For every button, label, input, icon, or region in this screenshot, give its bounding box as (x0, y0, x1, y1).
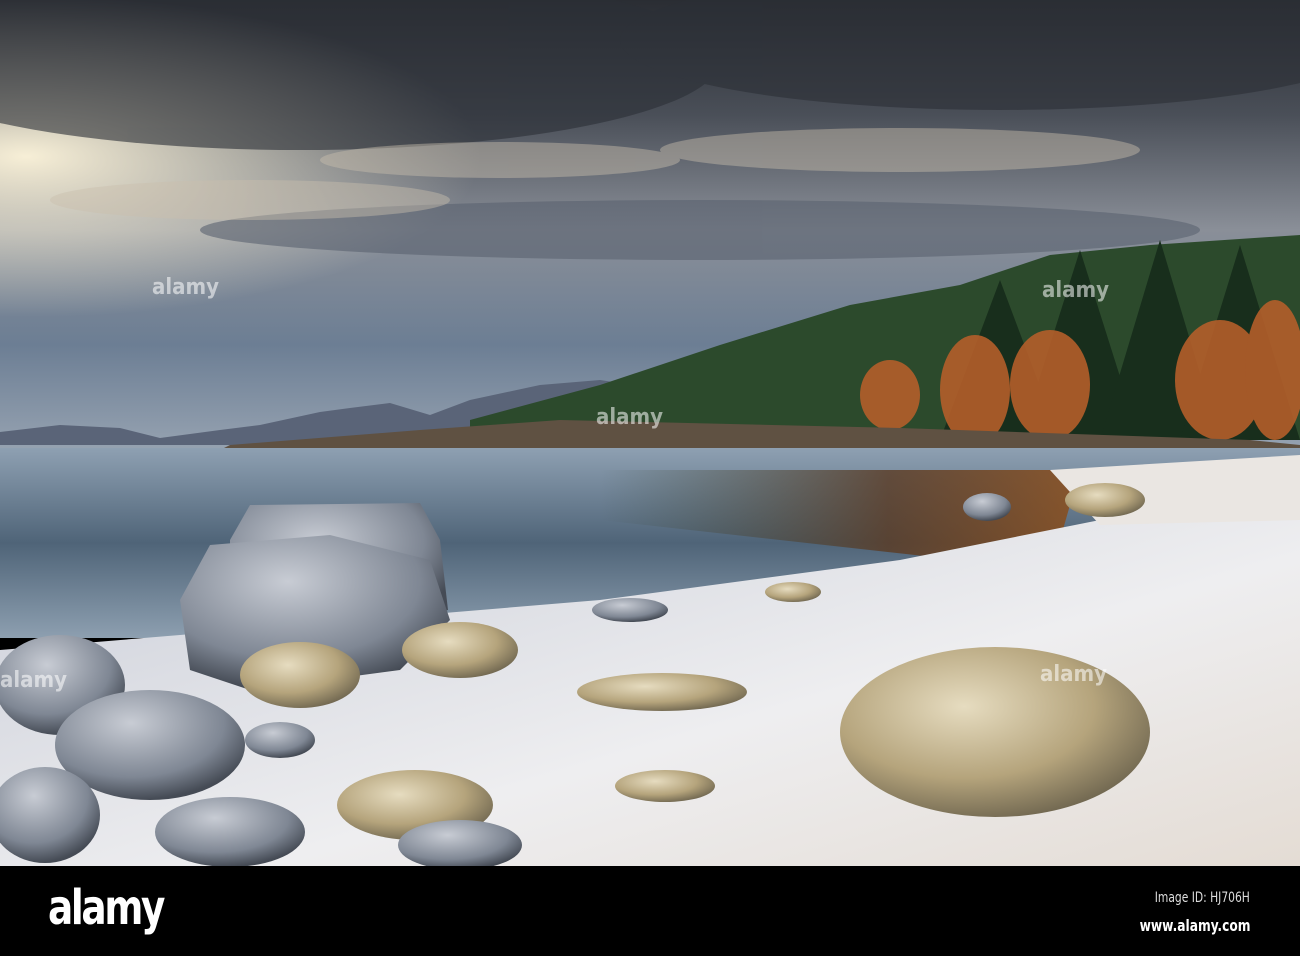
footer-bar: alamy Image ID: HJ706H www.alamy.com (0, 866, 1300, 956)
watermark: alamy (596, 405, 664, 430)
alamy-logo: alamy (48, 880, 165, 936)
image-id: Image ID: HJ706H (1154, 890, 1250, 906)
watermark: alamy (152, 275, 220, 300)
stock-photo: alamy alamy alamy alamy alamy alamy Imag… (0, 0, 1300, 956)
watermark: alamy (0, 668, 68, 693)
watermark: alamy (1040, 662, 1108, 687)
landscape-photo (0, 0, 1300, 866)
watermark: alamy (1042, 278, 1110, 303)
site-url: www.alamy.com (1139, 916, 1250, 935)
